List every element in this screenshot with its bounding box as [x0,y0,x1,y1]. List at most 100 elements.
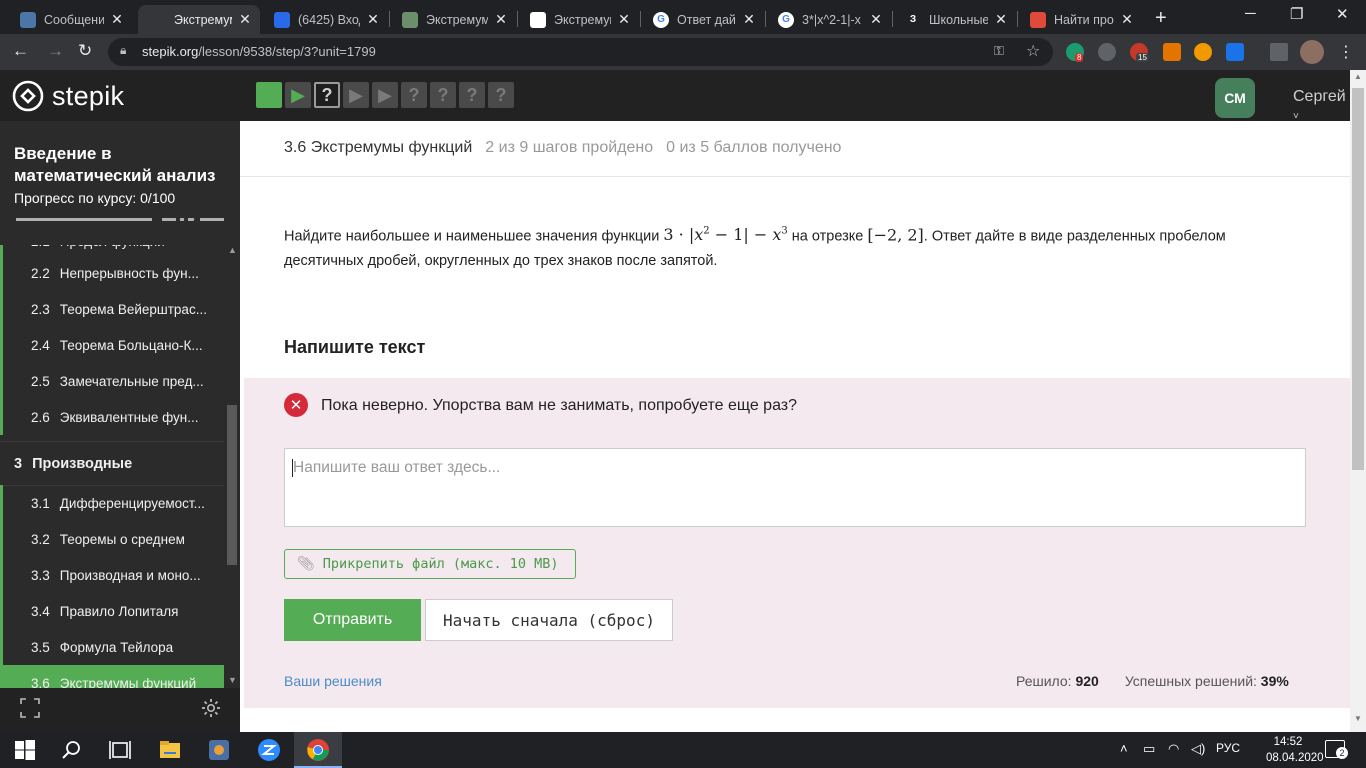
step-4[interactable]: ▶ [343,82,369,108]
browser-tab[interactable]: G Ответ дайте ✕ [641,5,764,34]
file-explorer-icon[interactable] [158,738,182,762]
minimize-icon[interactable]: ─ [1245,5,1256,22]
sidebar-lesson-item[interactable]: 2.6 Эквивалентные фун... [0,399,224,435]
user-avatar[interactable]: СМ [1215,78,1255,118]
step-1[interactable] [256,82,282,108]
extension-icon[interactable] [1163,43,1181,61]
step-8[interactable]: ? [459,82,485,108]
restore-icon[interactable]: ❐ [1290,5,1303,23]
tab-close-icon[interactable]: ✕ [869,11,883,28]
sidebar-lesson-item[interactable]: 2.3 Теорема Вейерштрас... [0,291,224,327]
scroll-up-icon[interactable]: ▲ [228,245,237,255]
language-indicator[interactable]: РУС [1216,741,1240,755]
tab-close-icon[interactable]: ✕ [238,11,252,28]
browser-tab[interactable]: Экстремумы ✕ [518,5,639,34]
browser-tab[interactable]: З Школьные ✕ [893,5,1016,34]
lesson-title: Дифференцируемост... [59,495,205,511]
step-7[interactable]: ? [430,82,456,108]
key-icon[interactable]: ⚿ [994,43,1004,59]
gear-icon[interactable] [201,698,221,718]
sidebar-lesson-item[interactable]: 3.6 Экстремумы функций [0,665,224,688]
zoom-icon[interactable] [257,738,281,762]
tab-close-icon[interactable]: ✕ [366,11,380,28]
search-icon[interactable] [60,738,84,762]
address-bar[interactable]: 🔒︎ stepik.org/lesson/9538/step/3?unit=17… [108,38,1053,66]
clock[interactable]: 14:52 08.04.2020 [1266,734,1324,766]
clock-date: 08.04.2020 [1266,752,1324,764]
profile-avatar[interactable] [1300,40,1324,64]
playlist-icon[interactable] [1270,43,1288,61]
tab-close-icon[interactable]: ✕ [1120,11,1134,28]
sidebar-scrollbar[interactable]: ▲ ▼ [224,245,240,688]
sidebar-lesson-item[interactable]: 3.5 Формула Тейлора [0,629,224,665]
sidebar-lesson-item[interactable]: 2.2 Непрерывность фун... [0,255,224,291]
browser-tab[interactable]: Экстремумы ✕ [138,5,260,34]
taskbar-active-app[interactable] [294,732,342,768]
task-view-icon[interactable] [108,738,132,762]
extension-icon[interactable]: 8 [1066,43,1084,62]
sidebar-lesson-item[interactable]: 3.3 Производная и моно... [0,557,224,593]
url-text[interactable]: stepik.org/lesson/9538/step/3?unit=1799 [142,44,376,59]
extension-icon[interactable] [1098,43,1116,61]
wifi-icon[interactable]: ◠ [1168,741,1179,757]
fullscreen-icon[interactable] [20,698,40,718]
sidebar-lesson-item[interactable]: 3.2 Теоремы о среднем [0,521,224,557]
tab-title: Ответ дайте [677,12,736,27]
attach-file-button[interactable]: 📎︎ Прикрепить файл (макс. 10 MB) [284,549,576,579]
notifications-icon[interactable]: 2 [1325,740,1348,759]
scroll-down-icon[interactable]: ▼ [1354,714,1362,723]
sidebar-scroll-thumb[interactable] [227,405,237,565]
scroll-up-icon[interactable]: ▲ [1354,72,1362,81]
back-arrow-icon[interactable]: ← [12,41,29,61]
menu-kebab-icon[interactable]: ⋮ [1338,42,1354,62]
tab-close-icon[interactable]: ✕ [110,11,124,28]
page-scroll-thumb[interactable] [1352,88,1364,470]
windows-start-icon[interactable] [13,738,37,762]
question-icon: ? [495,84,507,105]
extension-icon[interactable] [1226,43,1244,61]
tab-close-icon[interactable]: ✕ [994,11,1008,28]
sidebar-section[interactable]: 3 Производные [0,442,224,486]
browser-tab[interactable]: Сообщения ✕ [8,5,132,34]
reset-button[interactable]: Начать сначала (сброс) [425,599,673,641]
new-tab-button[interactable]: + [1155,7,1167,30]
error-icon: ✕ [284,393,308,417]
browser-tab[interactable]: (6425) Входящие ✕ [262,5,388,34]
step-2[interactable]: ▶ [285,82,311,108]
step-9[interactable]: ? [488,82,514,108]
forward-arrow-icon[interactable]: → [47,41,64,61]
scroll-down-icon[interactable]: ▼ [228,675,237,685]
answer-input[interactable] [284,448,1306,527]
tray-chevron-up-icon[interactable]: ˄ [1120,741,1128,756]
your-solutions-link[interactable]: Ваши решения [284,673,382,689]
sidebar-lesson-item[interactable]: 3.4 Правило Лопиталя [0,593,224,629]
reload-icon[interactable]: ↻ [78,41,92,61]
success-rate: 39% [1260,673,1289,689]
step-3[interactable]: ? [314,82,340,108]
error-message: Пока неверно. Упорства вам не занимать, … [321,397,798,414]
course-title[interactable]: Введение в математический анализ [14,143,234,187]
app-icon[interactable] [207,738,231,762]
page-scrollbar[interactable]: ▲ ▼ [1350,70,1366,732]
sidebar-lesson-item[interactable]: 2.4 Теорема Больцано-К... [0,327,224,363]
sidebar-lesson-item[interactable]: 2.5 Замечательные пред... [0,363,224,399]
sidebar-lesson-item[interactable]: 3.1 Дифференцируемост... [0,485,224,521]
battery-icon[interactable]: ▭ [1143,741,1155,757]
volume-icon[interactable]: ◁) [1191,741,1205,757]
bookmark-star-icon[interactable]: ☆ [1026,41,1040,61]
browser-tab[interactable]: Экстремумы ✕ [390,5,516,34]
extension-icon[interactable] [1194,43,1212,61]
tab-close-icon[interactable]: ✕ [617,11,631,28]
step-6[interactable]: ? [401,82,427,108]
browser-tab[interactable]: Найти про ✕ [1018,5,1142,34]
play-icon: ▶ [291,84,305,105]
close-window-icon[interactable]: ✕ [1336,5,1349,23]
browser-tab[interactable]: G 3*|x^2-1|-x ✕ [766,5,891,34]
user-menu[interactable]: Сергей ˅ [1293,88,1350,124]
tab-close-icon[interactable]: ✕ [742,11,756,28]
submit-button[interactable]: Отправить [284,599,421,641]
stepik-logo[interactable]: stepik [12,80,124,112]
step-5[interactable]: ▶ [372,82,398,108]
tab-close-icon[interactable]: ✕ [494,11,508,28]
extension-icon[interactable]: 15 [1130,43,1149,62]
